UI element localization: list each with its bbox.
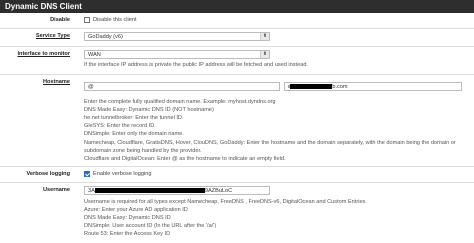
help-line: DNSimple: User account ID (In the URL af… xyxy=(84,223,217,230)
verbose-checkbox[interactable] xyxy=(84,171,90,178)
verbose-field: Enable verbose logging xyxy=(76,167,474,182)
help-line: Route 53: Enter the Access Key ID xyxy=(84,231,171,238)
help-line: Namecheap, Cloudflare, GratisDNS, Hover,… xyxy=(84,139,456,146)
username-label: Username xyxy=(42,187,70,193)
help-line: GleSYS: Enter the record ID. xyxy=(84,123,156,130)
chevron-down-icon[interactable]: ⬍ xyxy=(260,51,269,58)
service-type-select[interactable]: GoDaddy (v6) ⬍ xyxy=(84,32,270,41)
interface-row: Interface to monitor WAN ⬍ If the interf… xyxy=(0,47,474,75)
help-line: Cloudflare and DigitalOcean: Enter @ as … xyxy=(84,155,286,162)
username-input[interactable]: 3A 9AZBuLoC xyxy=(84,186,270,195)
hostname-inputs: @ s b.com xyxy=(84,82,474,91)
service-type-value: GoDaddy (v6) xyxy=(88,34,123,40)
redacted-block xyxy=(94,188,205,194)
disable-row: Disable Disable this client xyxy=(0,13,474,29)
chevron-down-icon[interactable]: ⬍ xyxy=(260,33,269,40)
disable-label: Disable xyxy=(50,17,70,23)
username-help: Username is required for all types excep… xyxy=(84,198,474,239)
dynamic-dns-client-panel: Dynamic DNS Client Disable Disable this … xyxy=(0,0,474,243)
help-line: Enter the complete fully qualified domai… xyxy=(84,99,276,105)
username-row: Username 3A 9AZBuLoC Username is required… xyxy=(0,183,474,243)
interface-label: Interface to monitor xyxy=(17,51,70,57)
username-suffix: 9AZBuLoC xyxy=(204,188,233,194)
interface-hint: If the interface IP address is private t… xyxy=(84,62,308,68)
verbose-checkbox-group[interactable]: Enable verbose logging xyxy=(84,170,151,178)
panel-title: Dynamic DNS Client xyxy=(0,0,474,13)
disable-field: Disable this client xyxy=(76,13,474,28)
service-type-row: Service Type GoDaddy (v6) ⬍ xyxy=(0,29,474,47)
hostname-host-value: @ xyxy=(88,84,94,90)
hostname-label: Hostname xyxy=(42,79,70,85)
help-line: Username is required for all types excep… xyxy=(84,199,367,205)
hostname-field: @ s b.com Enter the complete fully qualif… xyxy=(76,75,474,166)
help-line: DNS Made Easy: Dynamic DNS ID (NOT hostn… xyxy=(84,107,214,114)
verbose-checkbox-text: Enable verbose logging xyxy=(93,171,152,177)
service-type-label: Service Type xyxy=(35,33,70,39)
disable-checkbox[interactable] xyxy=(84,17,90,24)
interface-select[interactable]: WAN ⬍ xyxy=(84,50,270,59)
hostname-domain-input[interactable]: s b.com xyxy=(283,82,462,91)
help-line: Azure: Enter your Azure AD application I… xyxy=(84,207,188,214)
hostname-row: Hostname @ s b.com Enter the complete ful… xyxy=(0,75,474,167)
interface-value: WAN xyxy=(88,52,101,58)
hostname-host-input[interactable]: @ xyxy=(84,82,280,91)
help-line: DNSimple: Enter only the domain name. xyxy=(84,131,184,138)
help-line: DNS Made Easy: Dynamic DNS ID xyxy=(84,215,171,222)
username-prefix: 3A xyxy=(88,188,95,194)
verbose-label: Verbose logging xyxy=(26,171,70,177)
redacted-block xyxy=(290,84,333,90)
help-line: he.net tunnelbroker: Enter the tunnel ID… xyxy=(84,115,184,122)
help-line: subdomain zone being handled by the prov… xyxy=(84,147,202,154)
interface-field: WAN ⬍ If the interface IP address is pri… xyxy=(76,47,474,74)
hostname-help: Enter the complete fully qualified domai… xyxy=(84,98,474,163)
disable-checkbox-text: Disable this client xyxy=(93,17,137,23)
disable-checkbox-group[interactable]: Disable this client xyxy=(84,16,137,24)
service-type-field: GoDaddy (v6) ⬍ xyxy=(76,29,474,46)
verbose-row: Verbose logging Enable verbose logging xyxy=(0,167,474,183)
username-field: 3A 9AZBuLoC Username is required for all … xyxy=(76,183,474,243)
hostname-domain-suffix: b.com xyxy=(332,84,348,90)
